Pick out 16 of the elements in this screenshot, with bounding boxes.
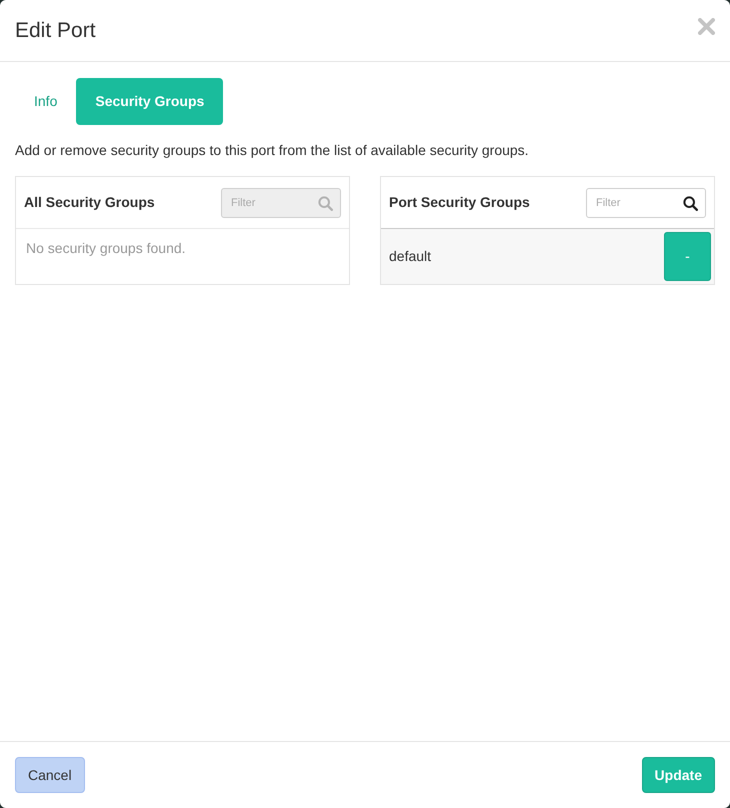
update-button[interactable]: Update: [642, 757, 715, 793]
cancel-button[interactable]: Cancel: [15, 757, 85, 793]
close-button[interactable]: [697, 18, 715, 36]
panel-title: Port Security Groups: [389, 193, 530, 212]
close-icon: [698, 18, 714, 35]
group-name: default: [389, 247, 432, 266]
filter-field[interactable]: Filter: [586, 188, 706, 218]
empty-message: No security groups found.: [26, 239, 186, 258]
remove-button[interactable]: -: [664, 232, 711, 281]
search-icon: [683, 196, 698, 210]
description-text: Add or remove security groups to this port from the list of available security groups.: [15, 141, 530, 159]
dialog-title: Edit Port: [15, 20, 96, 41]
tab[interactable]: Info: [15, 78, 76, 125]
tab[interactable]: Security Groups: [76, 78, 224, 125]
search-icon: [318, 196, 333, 210]
panel-title: All Security Groups: [24, 193, 155, 212]
